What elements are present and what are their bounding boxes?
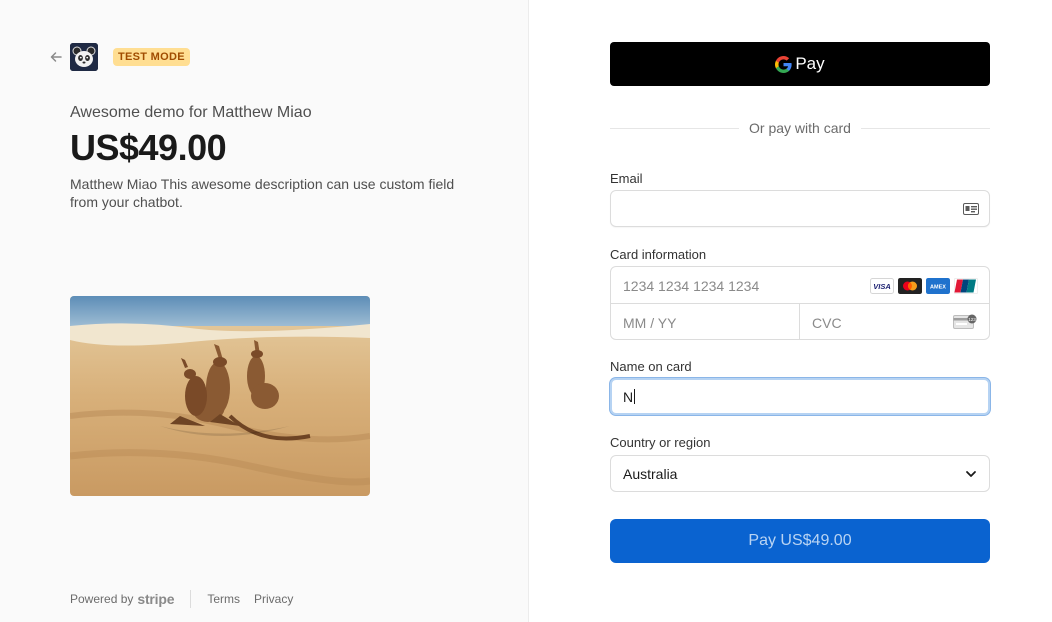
svg-text:AMEX: AMEX	[930, 285, 946, 291]
kangaroos-beach-image	[70, 296, 370, 496]
visa-icon: VISA	[870, 278, 894, 294]
footer-divider	[190, 590, 192, 608]
svg-text:123: 123	[968, 317, 976, 322]
merchant-logo	[70, 43, 98, 71]
country-value: Australia	[623, 466, 678, 482]
card-cvc-placeholder: CVC	[812, 315, 842, 331]
divider-rule-right	[860, 127, 990, 129]
cvc-card-icon: 123	[953, 314, 977, 329]
pay-button[interactable]: Pay US$49.00	[610, 519, 990, 563]
country-label: Country or region	[610, 435, 711, 450]
google-pay-button[interactable]: Pay	[610, 42, 990, 86]
or-divider: Or pay with card	[610, 118, 990, 138]
panda-logo-icon	[70, 43, 98, 71]
order-summary-panel: TEST MODE Awesome demo for Matthew Miao …	[0, 0, 529, 622]
email-field[interactable]	[610, 190, 990, 227]
card-info-group: 1234 1234 1234 1234 VISA AMEX MM / YY CV…	[610, 266, 990, 340]
test-mode-badge: TEST MODE	[113, 48, 190, 66]
back-arrow-icon[interactable]	[48, 49, 64, 65]
text-caret	[634, 389, 636, 404]
card-expiry-placeholder: MM / YY	[623, 315, 677, 331]
name-on-card-label: Name on card	[610, 359, 692, 374]
name-on-card-value-wrapper: N	[623, 389, 636, 405]
name-on-card-field[interactable]: N	[610, 378, 990, 415]
svg-text:VISA: VISA	[873, 282, 891, 291]
card-cvc-field[interactable]: CVC 123	[800, 304, 989, 340]
product-name: Awesome demo for Matthew Miao	[70, 104, 312, 121]
card-number-field[interactable]: 1234 1234 1234 1234 VISA AMEX	[611, 267, 989, 304]
name-on-card-value: N	[623, 389, 634, 405]
product-image	[70, 296, 370, 496]
powered-by-stripe[interactable]: Powered by stripe	[70, 591, 175, 607]
chevron-down-icon	[966, 471, 976, 477]
google-g-icon	[775, 55, 792, 73]
unionpay-icon	[954, 278, 978, 294]
card-number-placeholder: 1234 1234 1234 1234	[623, 278, 760, 294]
card-expiry-field[interactable]: MM / YY	[611, 304, 800, 340]
or-divider-text: Or pay with card	[749, 120, 851, 136]
powered-by-label: Powered by	[70, 592, 134, 606]
privacy-link[interactable]: Privacy	[254, 592, 293, 606]
email-label: Email	[610, 171, 643, 186]
card-info-label: Card information	[610, 247, 707, 262]
country-select[interactable]: Australia	[610, 455, 990, 492]
payment-form-panel: Pay Or pay with card Email Card informat…	[530, 0, 1052, 622]
amex-icon: AMEX	[926, 278, 950, 294]
product-price: US$49.00	[70, 127, 227, 168]
product-description: Matthew Miao This awesome description ca…	[70, 176, 455, 210]
mastercard-icon	[898, 278, 922, 294]
contact-card-icon	[963, 203, 979, 215]
footer: Powered by stripe Terms Privacy	[70, 590, 307, 608]
stripe-wordmark: stripe	[137, 591, 175, 607]
divider-rule-left	[610, 127, 740, 129]
terms-link[interactable]: Terms	[207, 592, 240, 606]
google-pay-label: Pay	[795, 54, 825, 73]
